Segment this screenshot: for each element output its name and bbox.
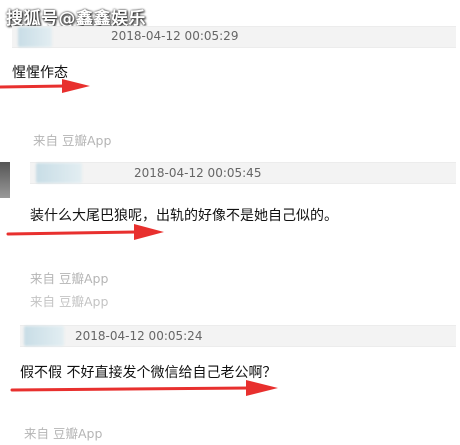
source-label[interactable]: 来自 豆瓣App: [30, 291, 108, 310]
source-label[interactable]: 来自 豆瓣App: [33, 130, 111, 149]
red-arrow-icon: [0, 79, 90, 93]
red-arrow-icon: [10, 380, 278, 396]
source-label[interactable]: 来自 豆瓣App: [24, 423, 102, 442]
comment-timestamp: 2018-04-12 00:05:45: [134, 166, 262, 180]
blurred-avatar[interactable]: [18, 27, 52, 47]
blurred-avatar[interactable]: [24, 326, 64, 346]
blurred-avatar[interactable]: [36, 163, 82, 183]
comment-timestamp: 2018-04-12 00:05:29: [111, 29, 239, 43]
cropped-image-edge: [0, 162, 10, 198]
source-label[interactable]: 来自 豆瓣App: [30, 268, 108, 287]
comment-timestamp: 2018-04-12 00:05:24: [75, 329, 203, 343]
red-arrow-icon: [6, 224, 164, 240]
